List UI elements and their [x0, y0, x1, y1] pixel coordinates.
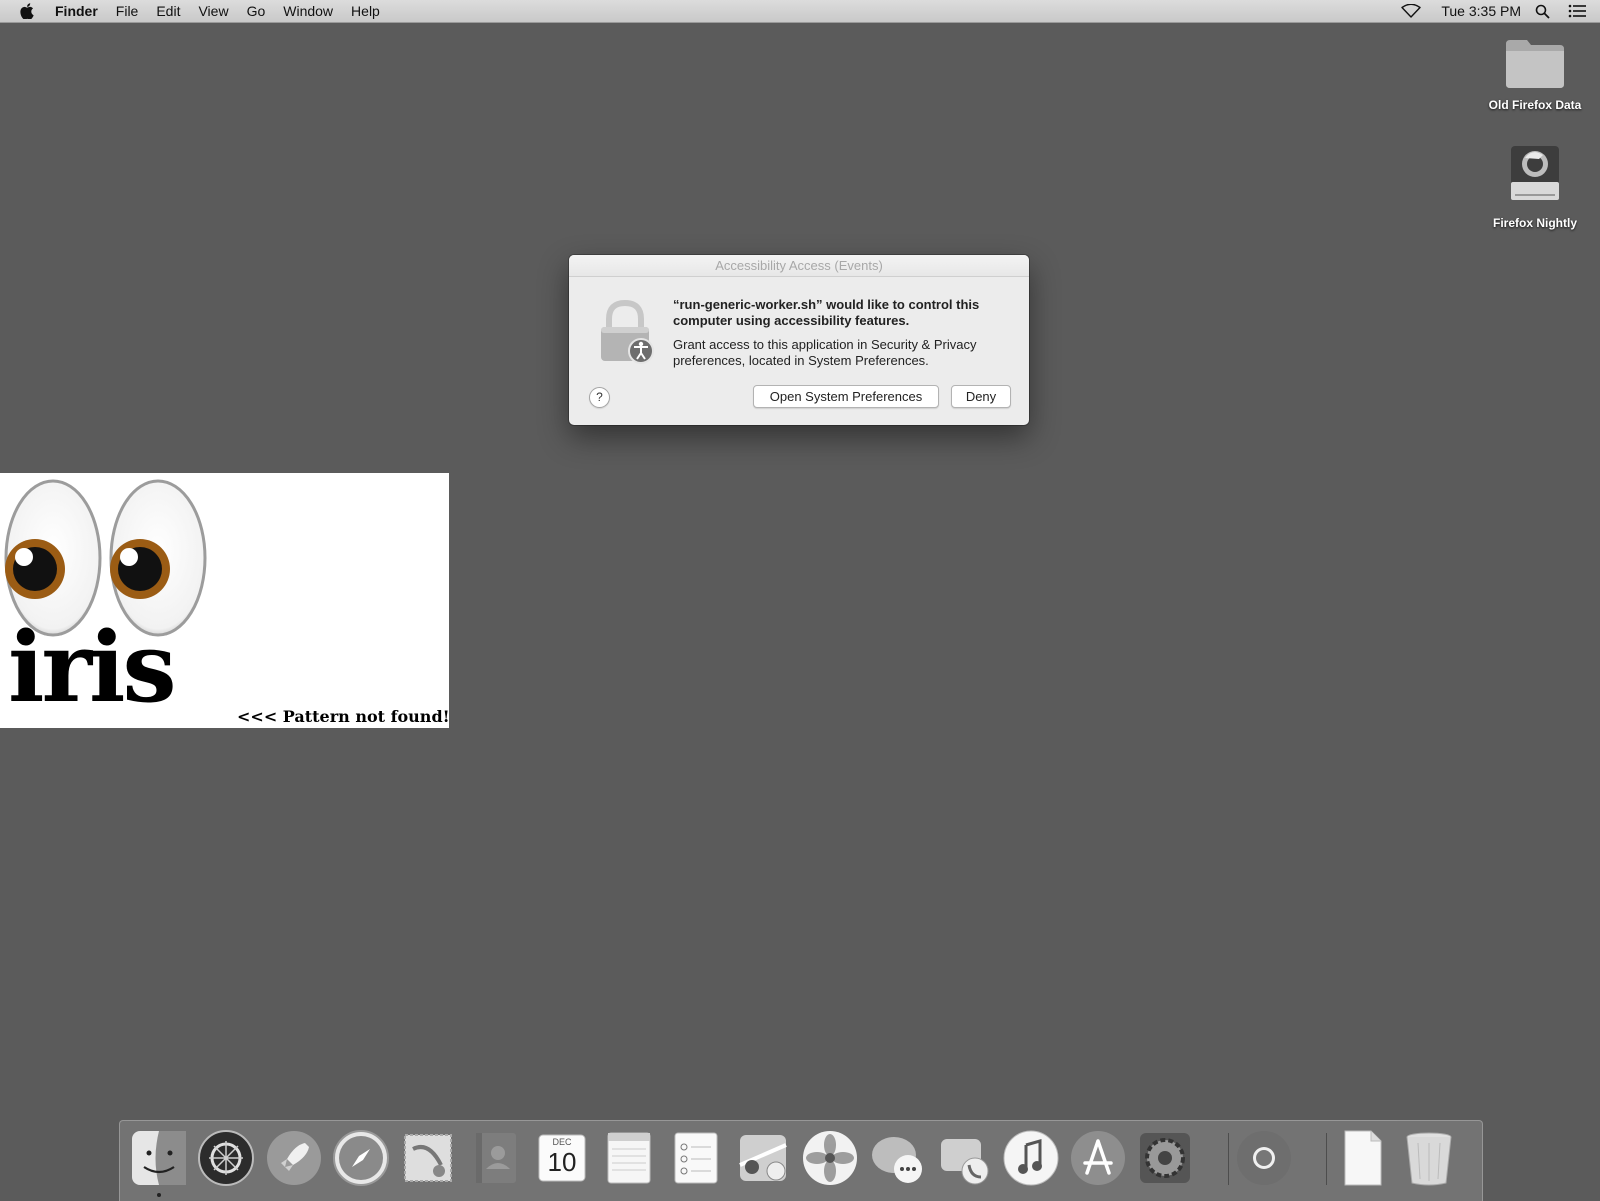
notes-icon[interactable] — [600, 1129, 658, 1187]
wifi-icon[interactable] — [1401, 0, 1422, 22]
dock: DEC 10 — [119, 1120, 1483, 1201]
dialog-title: Accessibility Access (Events) — [569, 255, 1029, 277]
folder-icon — [1475, 36, 1595, 95]
desktop-item-old-firefox-data[interactable]: Old Firefox Data — [1475, 36, 1595, 112]
spotlight-search-icon[interactable] — [1535, 0, 1550, 22]
iris-pattern-not-found-overlay: iris <<< Pattern not found! — [0, 473, 450, 728]
menu-clock[interactable]: Tue 3:35 PM — [1421, 0, 1535, 22]
dialog-body: Grant access to this application in Secu… — [673, 337, 977, 368]
desktop-item-label: Firefox Nightly — [1492, 216, 1577, 230]
open-system-preferences-button[interactable]: Open System Preferences — [753, 385, 939, 408]
calendar-day: 10 — [547, 1147, 577, 1177]
maps-icon[interactable] — [734, 1129, 792, 1187]
menu-window[interactable]: Window — [274, 0, 342, 22]
pattern-not-found-message: <<< Pattern not found! — [237, 707, 450, 726]
menu-bar: Finder File Edit View Go Window Help Tue… — [0, 0, 1600, 23]
system-preferences-icon[interactable] — [1136, 1129, 1194, 1187]
messages-icon[interactable] — [868, 1129, 926, 1187]
trash-icon[interactable] — [1400, 1129, 1458, 1187]
running-indicator — [157, 1193, 161, 1197]
calendar-icon[interactable]: DEC 10 — [533, 1129, 591, 1187]
disk-image-icon — [1475, 142, 1595, 213]
menu-edit[interactable]: Edit — [147, 0, 189, 22]
desktop-item-firefox-nightly[interactable]: Firefox Nightly — [1475, 142, 1595, 230]
launchpad-icon[interactable] — [265, 1129, 323, 1187]
desktop-item-label: Old Firefox Data — [1488, 98, 1582, 112]
accessibility-access-dialog: Accessibility Access (Events) “run-gener… — [569, 255, 1029, 425]
menu-file[interactable]: File — [107, 0, 148, 22]
calendar-month: DEC — [552, 1137, 572, 1147]
deny-button[interactable]: Deny — [951, 385, 1011, 408]
siri-icon[interactable] — [197, 1129, 255, 1187]
document-icon[interactable] — [1333, 1129, 1391, 1187]
app-store-icon[interactable] — [1069, 1129, 1127, 1187]
contacts-icon[interactable] — [466, 1129, 524, 1187]
dock-separator — [1326, 1133, 1327, 1185]
lock-accessibility-icon — [595, 299, 655, 365]
menu-view[interactable]: View — [189, 0, 237, 22]
safari-icon[interactable] — [332, 1129, 390, 1187]
notification-center-icon[interactable] — [1568, 0, 1586, 22]
dock-separator — [1228, 1133, 1229, 1185]
help-button[interactable]: ? — [589, 387, 610, 408]
menu-app-finder[interactable]: Finder — [49, 0, 107, 22]
reminders-icon[interactable] — [667, 1129, 725, 1187]
photos-icon[interactable] — [801, 1129, 859, 1187]
finder-icon[interactable] — [130, 1129, 188, 1187]
chrome-icon[interactable] — [1235, 1129, 1293, 1187]
menu-go[interactable]: Go — [238, 0, 275, 22]
mail-icon[interactable] — [399, 1129, 457, 1187]
menu-help[interactable]: Help — [342, 0, 389, 22]
itunes-icon[interactable] — [1002, 1129, 1060, 1187]
iris-logo-text: iris — [8, 611, 177, 724]
facetime-icon[interactable] — [935, 1129, 993, 1187]
dialog-heading: “run-generic-worker.sh” would like to co… — [673, 297, 980, 328]
apple-icon[interactable] — [17, 3, 37, 19]
